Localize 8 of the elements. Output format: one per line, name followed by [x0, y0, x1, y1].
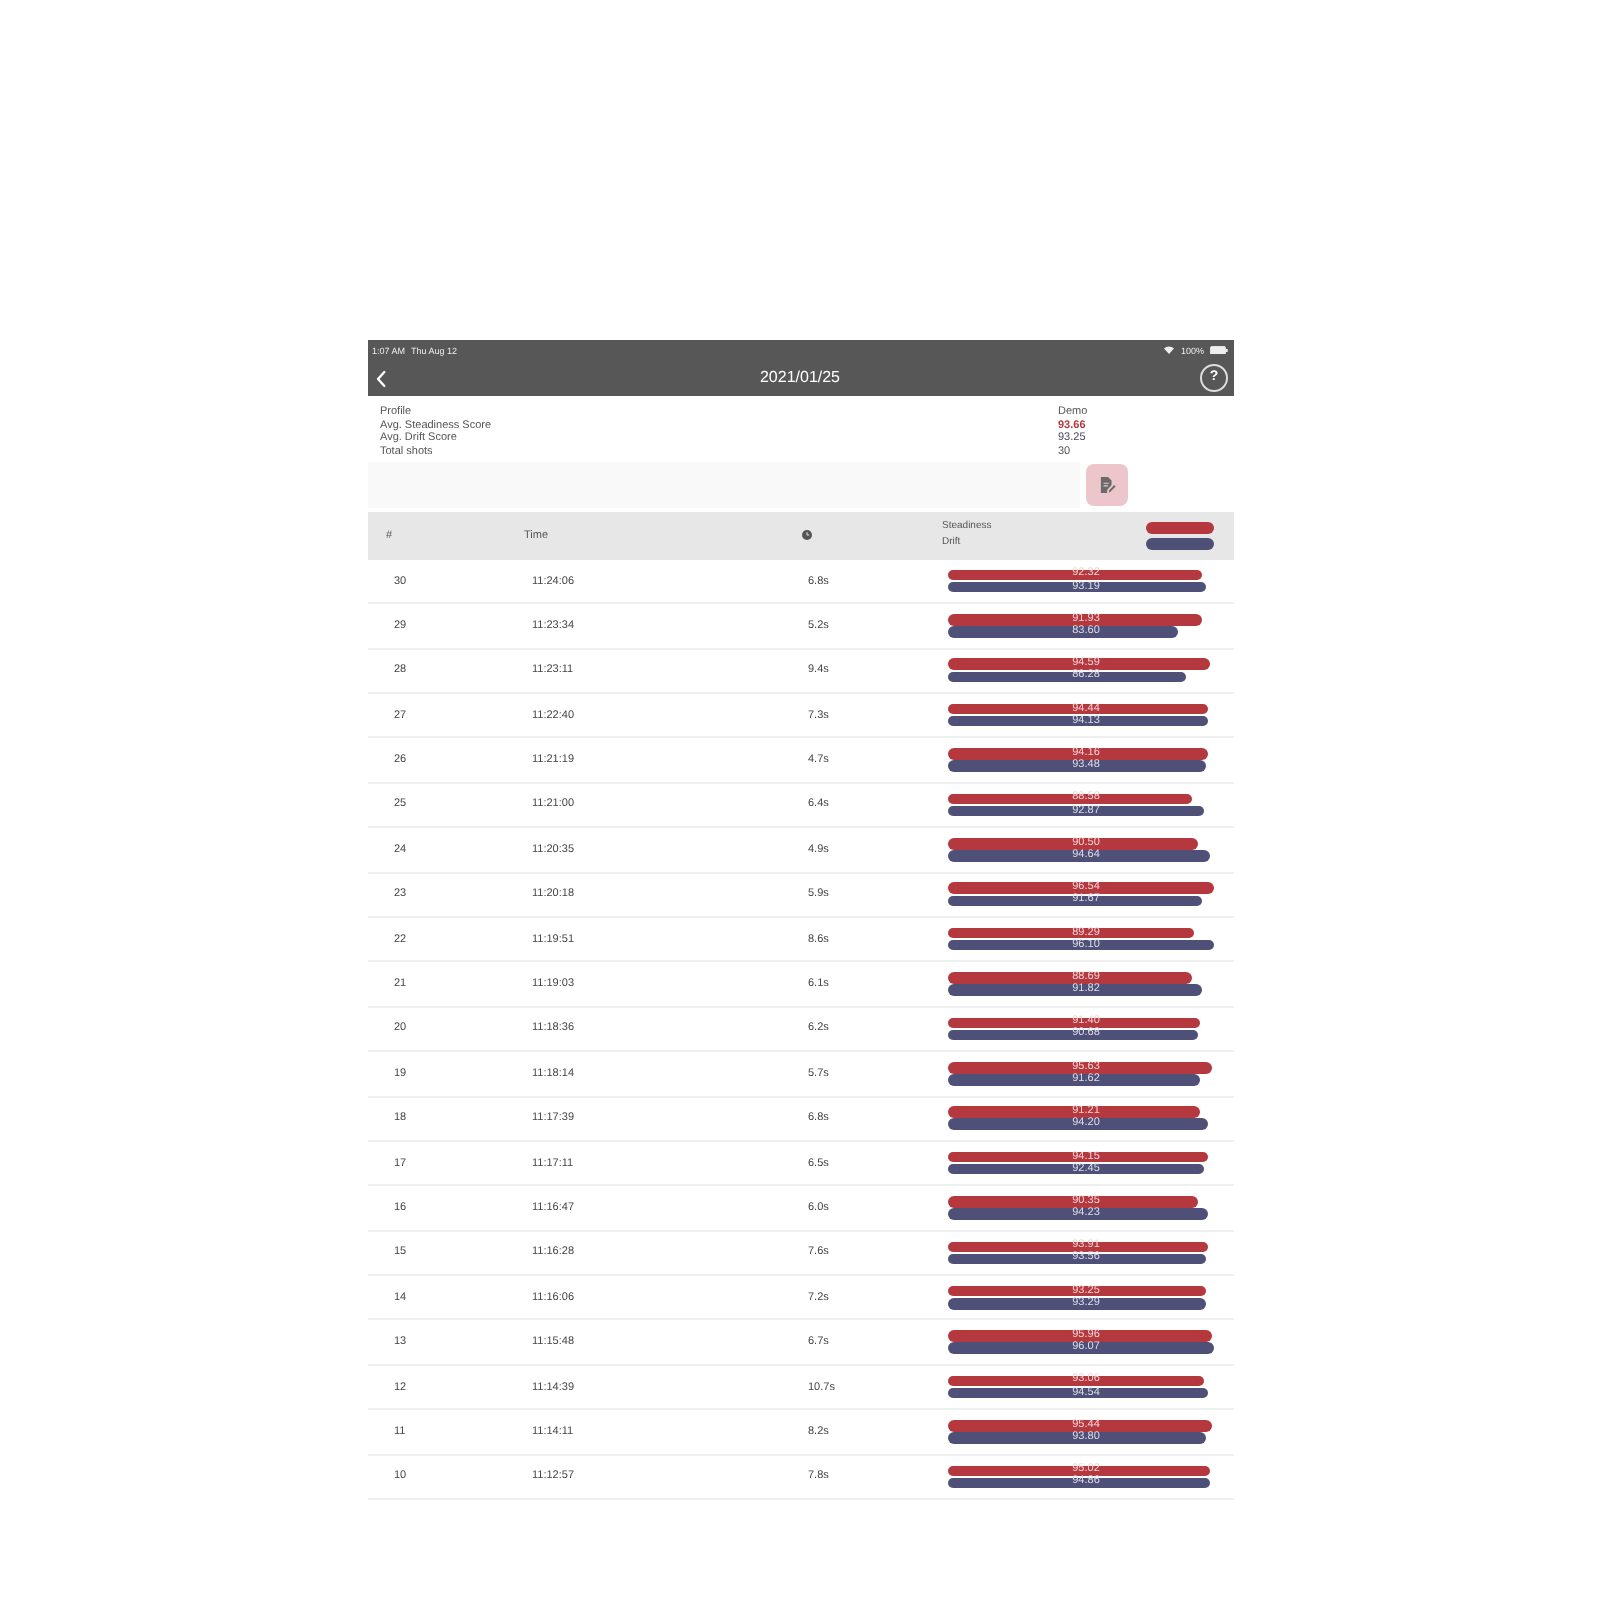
document-edit-icon — [1099, 476, 1115, 495]
back-icon — [376, 369, 386, 387]
page-title: 2021/01/25 — [759, 368, 841, 388]
notes-button[interactable] — [1086, 464, 1128, 507]
battery-icon — [1210, 345, 1228, 355]
clock-icon — [802, 530, 812, 541]
wifi-icon — [1164, 346, 1175, 354]
back-button[interactable] — [372, 365, 390, 391]
